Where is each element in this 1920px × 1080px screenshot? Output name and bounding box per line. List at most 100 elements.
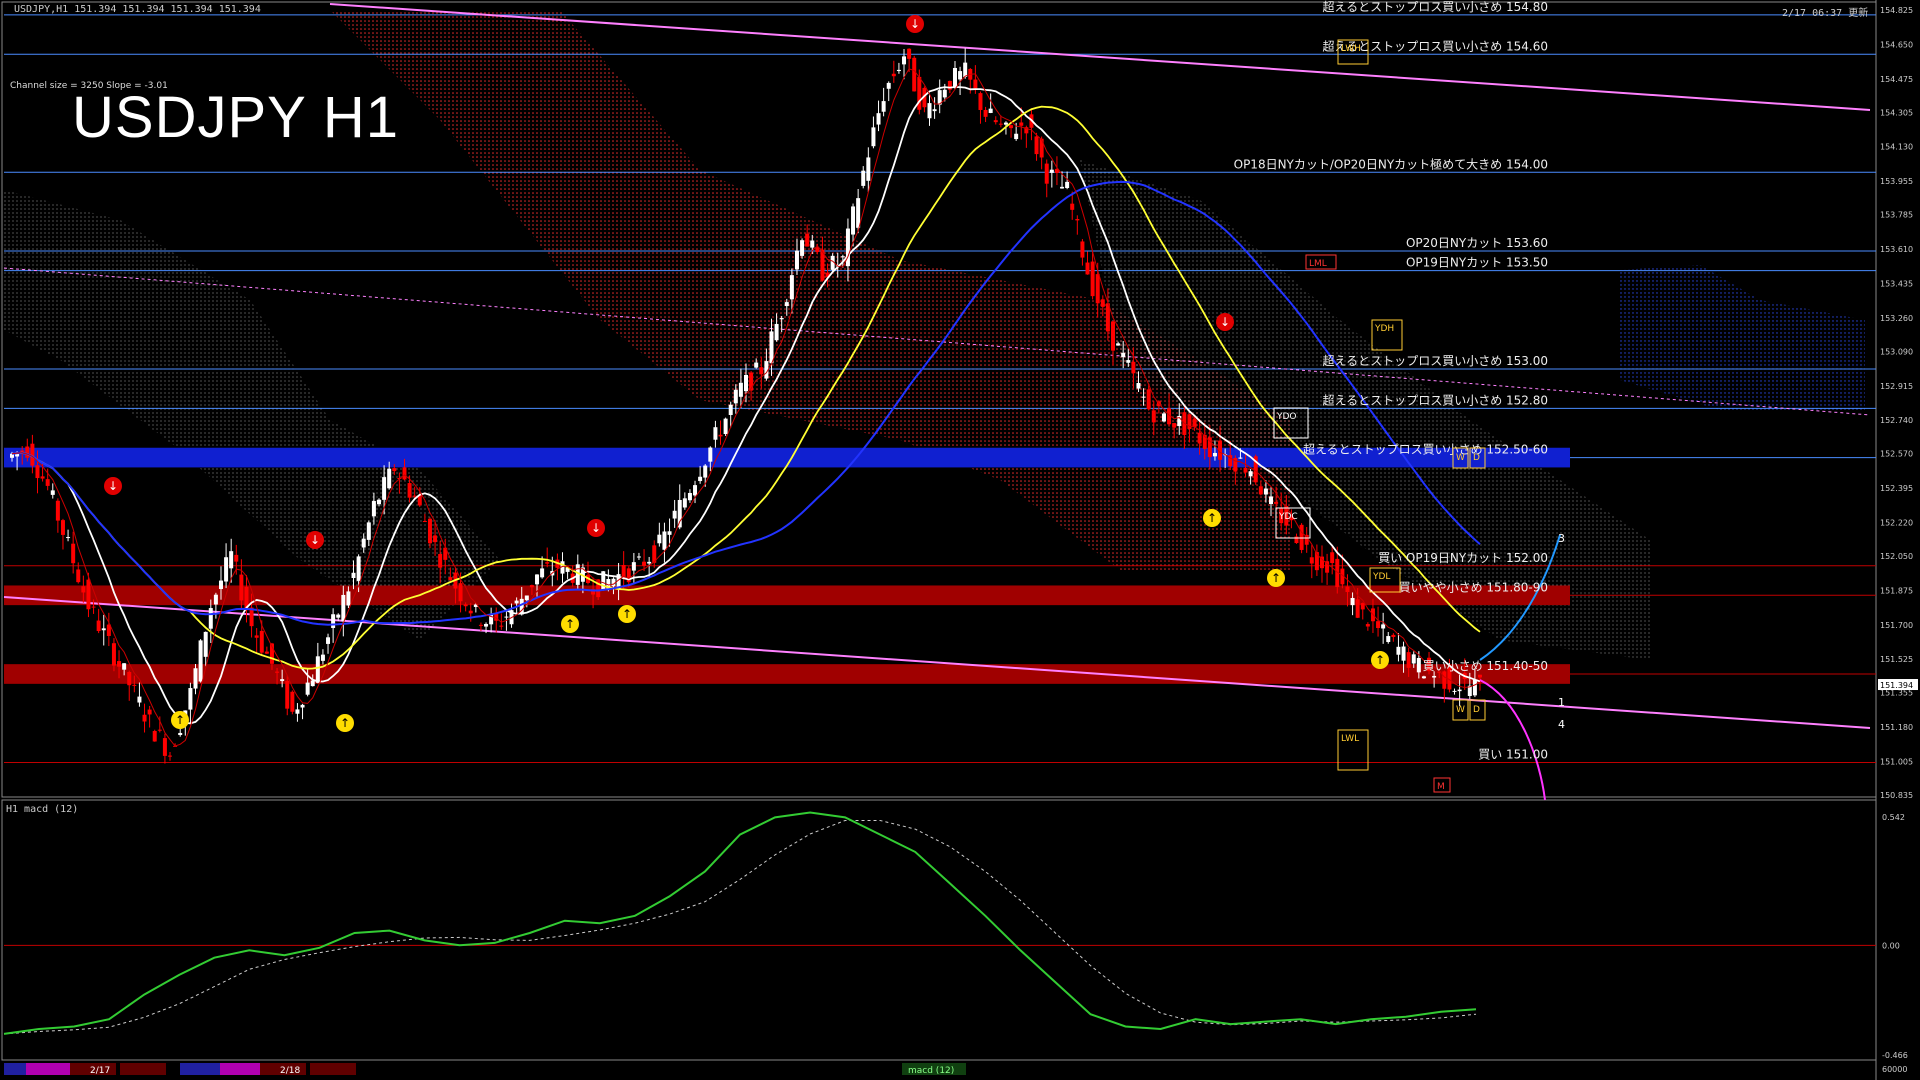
candle-body: [1248, 471, 1253, 477]
candle-body: [229, 551, 234, 569]
candle-body: [713, 427, 718, 440]
candle-body: [259, 630, 264, 653]
date-label-2: 2/18: [280, 1066, 300, 1076]
buy-arrow-icon: ↑: [622, 607, 632, 621]
marker-m: M: [1437, 782, 1445, 792]
date-segment: [180, 1063, 226, 1075]
candle-body: [840, 256, 845, 258]
symbol-header: USDJPY,H1 151.394 151.394 151.394 151.39…: [14, 4, 261, 15]
price-axis-label: 152.220: [1880, 519, 1913, 528]
marker-1: 1: [1558, 696, 1565, 709]
candle-body: [642, 561, 647, 566]
annotation-a12: 買い 151.00: [1478, 748, 1548, 762]
candle-body: [81, 586, 86, 593]
candle-body: [234, 554, 239, 562]
candle-body: [861, 170, 866, 186]
marker-3: 3: [1558, 532, 1565, 545]
annotation-a3: OP18日NYカット/OP20日NYカット極めて大きめ 154.00: [1234, 156, 1548, 171]
candle-body: [96, 620, 101, 632]
candle-body: [540, 568, 545, 578]
candle-body: [1238, 457, 1243, 459]
candle-body: [1141, 396, 1146, 398]
macd-axis-min: -0.466: [1882, 1051, 1908, 1060]
candle-body: [952, 67, 957, 87]
candle-body: [871, 127, 876, 147]
candle-body: [310, 680, 315, 687]
marker-ydl: YDL: [1372, 572, 1390, 582]
candle-body: [407, 483, 412, 498]
date-segment: [220, 1063, 266, 1075]
candle-body: [280, 679, 285, 682]
candle-body: [942, 89, 947, 98]
candle-body: [856, 198, 861, 228]
candle-body: [876, 113, 881, 125]
date-segment: [310, 1063, 356, 1075]
candle-body: [1365, 624, 1370, 627]
candle-body: [1442, 671, 1447, 689]
candle-body: [891, 73, 896, 77]
candle-body: [60, 520, 65, 535]
price-axis-label: 153.785: [1880, 211, 1913, 220]
candle-body: [978, 93, 983, 110]
candle-body: [402, 467, 407, 480]
candle-body: [382, 477, 387, 500]
candle-body: [40, 476, 45, 479]
candle-body: [412, 495, 417, 497]
buy-arrow-icon: ↑: [1271, 571, 1281, 585]
candle-body: [524, 595, 529, 601]
candle-body: [973, 79, 978, 89]
marker-d: D: [1473, 453, 1480, 463]
candle-body: [315, 656, 320, 683]
candle-body: [239, 574, 244, 601]
candle-body: [76, 569, 81, 583]
candle-body: [718, 434, 723, 437]
candle-body: [361, 538, 366, 548]
candle-body: [305, 682, 310, 695]
candle-body: [1095, 274, 1100, 304]
candle-body: [794, 250, 799, 270]
price-axis-label: 150.835: [1880, 791, 1913, 800]
price-axis-label: 153.955: [1880, 177, 1913, 186]
candle-body: [203, 631, 208, 657]
price-axis-label: 151.875: [1880, 586, 1913, 595]
candle-body: [769, 331, 774, 364]
annotation-a5: OP19日NYカット 153.50: [1406, 256, 1548, 270]
candle-body: [86, 579, 91, 610]
candle-body: [993, 120, 998, 123]
candle-body: [371, 501, 376, 517]
price-axis-label: 153.260: [1880, 314, 1913, 323]
candle-body: [1457, 689, 1462, 692]
candle-body: [504, 616, 509, 618]
price-axis-label: 154.650: [1880, 40, 1913, 49]
candle-body: [152, 731, 157, 742]
candle-body: [1263, 488, 1268, 495]
marker-w: W: [1456, 705, 1465, 715]
candle-body: [1452, 690, 1457, 692]
candle-body: [1294, 536, 1299, 544]
candle-body: [1131, 361, 1136, 374]
price-axis-label: 151.525: [1880, 655, 1913, 664]
annotation-a9: 買い OP19日NYカット 152.00: [1378, 551, 1548, 565]
candle-body: [529, 585, 534, 588]
candle-body: [1070, 203, 1075, 210]
candle-body: [672, 510, 677, 519]
sell-arrow-icon: ↓: [108, 479, 118, 493]
candle-body: [285, 680, 290, 709]
candle-body: [851, 206, 856, 235]
candle-body: [810, 240, 815, 248]
candle-body: [647, 561, 652, 564]
candle-body: [1330, 552, 1335, 564]
macd-main-line: [3, 811, 1477, 1035]
candle-body: [122, 663, 127, 670]
candle-body: [1161, 413, 1166, 422]
candle-body: [213, 594, 218, 605]
candle-body: [1019, 122, 1024, 126]
candle-body: [1116, 343, 1121, 346]
candle-body: [132, 684, 137, 686]
annotation-a10: 買いやや小さめ 151.80-90: [1399, 580, 1548, 594]
candle-body: [866, 157, 871, 181]
buy-arrow-icon: ↑: [340, 716, 350, 730]
annotation-a4: OP20日NYカット 153.60: [1406, 236, 1548, 250]
candle-body: [912, 57, 917, 92]
price-axis-label: 151.005: [1880, 758, 1913, 767]
